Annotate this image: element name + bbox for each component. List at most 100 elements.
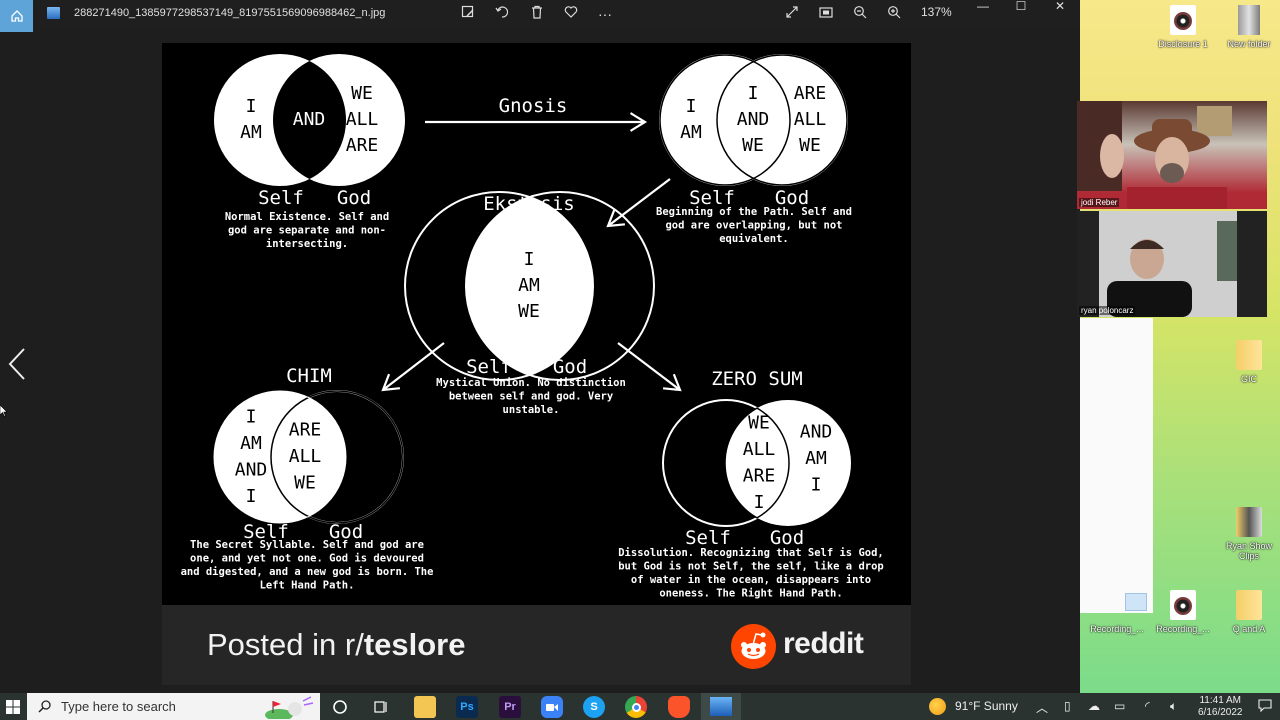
venn-text: AM <box>240 122 262 143</box>
zoom-in-icon[interactable] <box>884 5 904 23</box>
start-button[interactable] <box>0 693 26 720</box>
folder-icon <box>1236 340 1262 370</box>
desktop-icon-gic[interactable]: GIC <box>1216 340 1280 384</box>
edit-image-icon[interactable] <box>458 5 478 23</box>
weather-text[interactable]: 91°F Sunny <box>955 699 1018 713</box>
stage-caption: god are overlapping, but not <box>665 220 842 232</box>
taskbar: Type here to search Ps Pr S 91°F Sunny ︿… <box>0 693 1280 720</box>
rotate-icon[interactable] <box>492 5 512 23</box>
desktop-icon-label: New folder <box>1227 39 1271 49</box>
venn-text: I <box>811 475 822 496</box>
stage-caption: unstable. <box>503 404 560 416</box>
venn-text: WE <box>799 135 821 156</box>
fullscreen-icon[interactable] <box>782 5 802 23</box>
taskbar-skype[interactable]: S <box>583 696 605 718</box>
taskbar-zoom[interactable] <box>541 696 563 718</box>
title-bar: 288271490_1385977298537149_8197551569096… <box>0 0 1080 32</box>
more-options-icon[interactable]: ··· <box>595 5 615 23</box>
stage-caption: of water in the ocean, disappears into <box>631 574 871 586</box>
venn-text: I <box>246 96 257 117</box>
reddit-wordmark: reddit <box>783 627 864 660</box>
venn-text: I <box>748 83 759 104</box>
favorite-heart-icon[interactable] <box>561 5 581 23</box>
desktop-icon-ryan-show-clips[interactable]: Ryan Show Clips <box>1216 507 1280 561</box>
task-view-button[interactable] <box>370 696 392 718</box>
fit-to-window-icon[interactable] <box>816 5 836 23</box>
taskbar-chrome[interactable] <box>625 696 647 718</box>
maximize-button[interactable]: ☐ <box>1003 0 1039 14</box>
venn-text: WE <box>351 83 373 104</box>
photos-app-icon <box>710 697 732 716</box>
delete-icon[interactable] <box>527 5 547 23</box>
system-clock[interactable]: 11:41 AM 6/16/2022 <box>1198 695 1243 719</box>
stage-caption: Normal Existence. Self and <box>225 211 389 223</box>
self-label: Self <box>685 527 731 549</box>
image-footer-banner: Posted in r/teslore reddit <box>162 605 911 685</box>
participant-name: jodi Reber <box>1079 198 1120 207</box>
zoom-level[interactable]: 137% <box>921 5 952 19</box>
taskbar-premiere-pro[interactable]: Pr <box>499 696 521 718</box>
desktop-icon-q-and-a[interactable]: Q and A <box>1216 590 1280 634</box>
show-hidden-icons-chevron-icon[interactable]: ︿ <box>1036 699 1048 716</box>
taskbar-brave[interactable] <box>668 696 690 718</box>
previous-image-button[interactable] <box>4 347 28 381</box>
mouse-cursor-icon <box>0 404 8 417</box>
stage-caption: one, and yet not one. God is devoured <box>190 553 424 565</box>
video-tile-participant-2[interactable]: ryan poloncarz <box>1077 211 1267 317</box>
posted-prefix: Posted in r/ <box>207 627 364 662</box>
stage-caption: Mystical Union. No distinction <box>436 377 626 389</box>
home-icon <box>10 10 23 22</box>
self-label: Self <box>466 356 512 378</box>
desktop-icon-label: Q and A <box>1232 624 1266 634</box>
venn-text: I <box>246 406 257 427</box>
video-tile-participant-1[interactable]: jodi Reber <box>1077 101 1267 209</box>
home-button[interactable] <box>0 0 33 32</box>
battery-icon[interactable]: ▭ <box>1114 699 1125 713</box>
volume-icon[interactable]: 🔈︎ <box>1170 699 1177 714</box>
cortana-button[interactable] <box>329 696 351 718</box>
photos-app-icon <box>47 7 60 19</box>
desktop-icon-recording-2[interactable]: Recording_... <box>1150 590 1216 634</box>
file-name: 288271490_1385977298537149_8197551569096… <box>74 7 386 19</box>
folder-icon <box>1236 507 1262 537</box>
ekstasis-arrow <box>607 178 671 227</box>
media-file-icon <box>1170 5 1196 35</box>
clock-time: 11:41 AM <box>1199 695 1241 706</box>
minimize-button[interactable]: — <box>965 0 1001 14</box>
weather-sun-icon <box>929 698 946 715</box>
stage-caption: The Secret Syllable. Self and god are <box>190 539 424 551</box>
taskbar-photos-active[interactable] <box>701 693 741 720</box>
media-file-icon <box>1170 590 1196 620</box>
arrow-label-gnosis: Gnosis <box>499 95 568 117</box>
folder-icon <box>1238 5 1260 35</box>
taskbar-photoshop[interactable]: Ps <box>456 696 478 718</box>
venn-text: I <box>246 486 257 507</box>
stage-caption: Dissolution. Recognizing that Self is Go… <box>618 547 884 559</box>
venn-text: AM <box>240 433 262 454</box>
wifi-icon[interactable]: ◜ <box>1145 699 1150 713</box>
zoom-out-icon[interactable] <box>850 5 870 23</box>
search-icon <box>38 700 51 713</box>
venn-text: ARE <box>346 135 379 156</box>
stage-caption: between self and god. Very <box>449 391 614 403</box>
stage-caption: equivalent. <box>719 233 789 245</box>
taskbar-file-explorer[interactable] <box>414 696 436 718</box>
taskbar-search-input[interactable]: Type here to search <box>27 693 320 720</box>
stage-caption: intersecting. <box>266 238 348 250</box>
close-button[interactable]: ✕ <box>1042 0 1078 14</box>
chevron-left-icon <box>8 348 25 380</box>
venn-text: WE <box>748 412 770 433</box>
notifications-icon[interactable] <box>1258 699 1272 715</box>
stage-caption: oneness. The Right Hand Path. <box>659 588 842 600</box>
desktop-icon-new-folder[interactable]: New folder <box>1216 5 1280 49</box>
stage-caption: Beginning of the Path. Self and <box>656 206 852 218</box>
desktop-icon-recording-1[interactable]: Recording_... <box>1084 590 1150 634</box>
stage-title: ZERO SUM <box>711 368 803 390</box>
onedrive-cloud-icon[interactable]: ☁ <box>1088 699 1100 713</box>
tray-device-icon[interactable]: ▯ <box>1064 699 1071 713</box>
chim-arrow <box>382 342 445 391</box>
venn-text: AM <box>518 275 540 296</box>
venn-text: WE <box>294 473 316 494</box>
desktop-icon-disclosure[interactable]: Disclosure 1 <box>1150 5 1216 49</box>
search-placeholder: Type here to search <box>61 699 176 714</box>
